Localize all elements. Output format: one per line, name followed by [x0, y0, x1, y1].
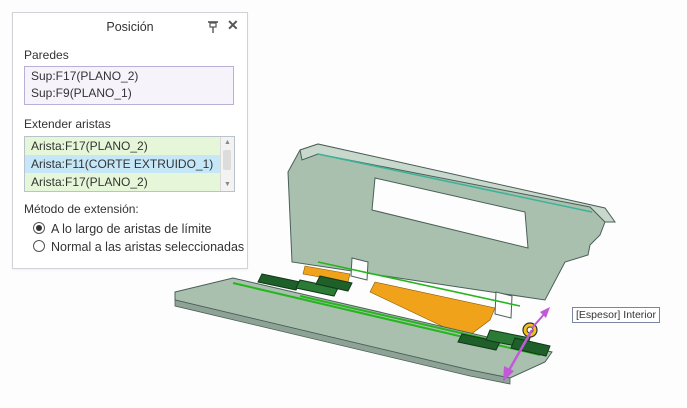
option-along-boundary-edges[interactable]: A lo largo de aristas de límite — [33, 221, 212, 237]
thickness-tag[interactable]: [Espesor] Interior — [572, 307, 660, 323]
scroll-down-icon[interactable]: ▼ — [221, 179, 234, 191]
extension-method-label: Método de extensión: — [24, 202, 139, 216]
option-label: A lo largo de aristas de límite — [51, 222, 212, 236]
edges-list[interactable]: Arista:F17(PLANO_2) Arista:F11(CORTE EXT… — [24, 136, 235, 192]
option-label: Normal a las aristas seleccionadas — [51, 240, 245, 254]
wall-item[interactable]: Sup:F9(PLANO_1) — [25, 85, 233, 102]
option-normal-to-edges[interactable]: Normal a las aristas seleccionadas — [33, 239, 244, 255]
pin-icon[interactable] — [207, 20, 219, 34]
edge-item-selected[interactable]: Arista:F11(CORTE EXTRUIDO_1) — [25, 155, 220, 173]
radio-checked-icon[interactable] — [33, 222, 45, 234]
radio-unchecked-icon[interactable] — [33, 240, 45, 252]
scroll-thumb[interactable] — [223, 150, 231, 170]
edge-item[interactable]: Arista:F17(PLANO_2) — [25, 137, 220, 155]
walls-collector[interactable]: Sup:F17(PLANO_2) Sup:F9(PLANO_1) — [24, 66, 234, 105]
close-icon[interactable]: ✕ — [227, 18, 239, 32]
extend-edges-label: Extender aristas — [24, 117, 111, 131]
panel-header: Posición ✕ — [13, 13, 247, 41]
walls-label: Paredes — [24, 48, 69, 62]
edge-item[interactable]: Arista:F17(PLANO_2) — [25, 173, 220, 191]
wall-item[interactable]: Sup:F17(PLANO_2) — [25, 68, 233, 85]
scroll-up-icon[interactable]: ▲ — [221, 137, 234, 149]
edges-scrollbar[interactable]: ▲ ▼ — [220, 137, 234, 191]
hinge-slot-right — [494, 291, 513, 319]
position-panel: Posición ✕ Paredes Sup:F17(PLANO_2) Sup:… — [12, 12, 248, 269]
